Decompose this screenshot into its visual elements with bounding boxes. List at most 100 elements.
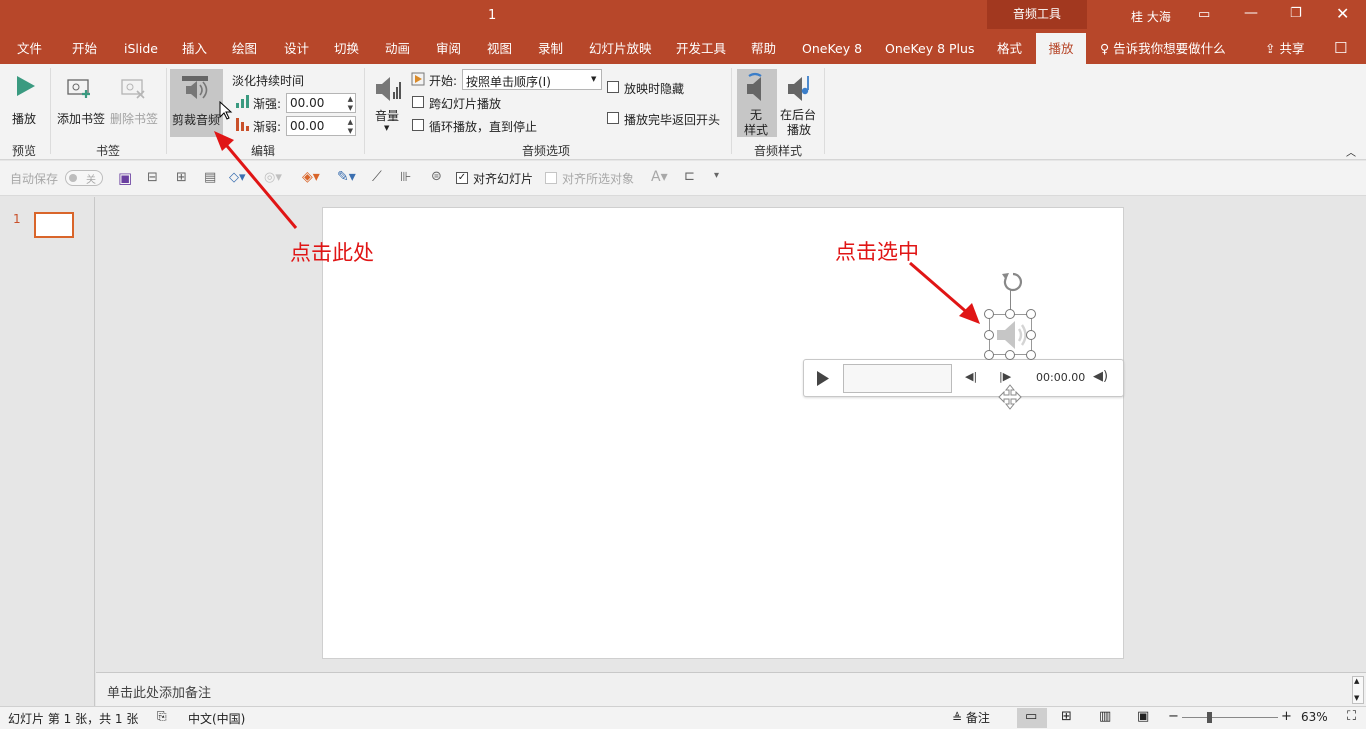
tab-view[interactable]: 视图	[487, 33, 512, 64]
slide-sorter-icon[interactable]: ⊞	[1061, 709, 1072, 724]
tab-draw[interactable]: 绘图	[232, 33, 257, 64]
player-play-icon[interactable]	[816, 370, 830, 387]
shapes-icon[interactable]: ◇▾	[229, 170, 246, 185]
hide-during-show-checkbox[interactable]	[607, 81, 619, 93]
close-icon[interactable]: ✕	[1336, 4, 1349, 23]
resize-handle[interactable]	[984, 330, 994, 340]
resize-handle[interactable]	[984, 309, 994, 319]
user-name[interactable]: 桂 大海	[1131, 8, 1171, 25]
audio-timeline[interactable]	[843, 364, 952, 393]
notes-scrollbar[interactable]: ▲ ▼	[1352, 676, 1364, 704]
rewind-checkbox[interactable]	[607, 112, 619, 124]
textbox-icon[interactable]: ▤	[204, 170, 216, 185]
tab-design[interactable]: 设计	[284, 33, 309, 64]
play-button[interactable]: 播放	[6, 70, 44, 130]
align-middle-icon[interactable]: ⊞	[176, 170, 187, 185]
play-in-background-button[interactable]: 在后台 播放	[780, 69, 820, 137]
zoom-level[interactable]: 63%	[1301, 710, 1328, 724]
fade-out-input[interactable]: 00.00 ▲ ▼	[286, 116, 356, 136]
layer-icon[interactable]: ⊜	[431, 169, 442, 184]
notes-pane[interactable]: 单击此处添加备注 ▲ ▼	[96, 672, 1366, 706]
tab-transitions[interactable]: 切换	[334, 33, 359, 64]
save-icon[interactable]: ▣	[118, 169, 132, 187]
group-label-editing: 编辑	[251, 144, 276, 158]
tab-insert[interactable]: 插入	[182, 33, 207, 64]
align-left-icon[interactable]: ⊏	[684, 169, 695, 184]
resize-handle[interactable]	[1005, 309, 1015, 319]
tab-slideshow[interactable]: 幻灯片放映	[589, 33, 652, 64]
spin-up-icon[interactable]: ▲	[348, 95, 353, 103]
customize-qat-icon[interactable]: ▾	[714, 170, 719, 181]
comments-icon[interactable]: ☐	[1334, 33, 1347, 64]
tab-home[interactable]: 开始	[72, 33, 97, 64]
scroll-up-icon[interactable]: ▲	[1354, 677, 1359, 685]
restore-icon[interactable]: ❐	[1290, 6, 1302, 21]
hide-during-show-label: 放映时隐藏	[624, 82, 685, 96]
tab-record[interactable]: 录制	[538, 33, 563, 64]
eyedropper-icon[interactable]: ⟋	[372, 169, 382, 185]
notes-toggle[interactable]: ≜ 备注	[952, 709, 990, 726]
step-back-icon[interactable]: ◀|	[965, 370, 977, 383]
resize-handle[interactable]	[1026, 309, 1036, 319]
no-style-button[interactable]: 无 样式	[737, 69, 777, 137]
scroll-down-icon[interactable]: ▼	[1354, 694, 1359, 702]
minimize-icon[interactable]: —	[1244, 5, 1258, 21]
reading-view-icon[interactable]: ▥	[1099, 709, 1111, 724]
resize-handle[interactable]	[984, 350, 994, 360]
tell-me-search[interactable]: ♀ 告诉我你想要做什么	[1100, 33, 1226, 64]
tab-help[interactable]: 帮助	[751, 33, 776, 64]
tab-review[interactable]: 审阅	[436, 33, 461, 64]
zoom-out-icon[interactable]: −	[1168, 709, 1179, 724]
autosave-label: 自动保存	[10, 172, 59, 186]
ribbon-display-options-icon[interactable]: ▭	[1198, 7, 1210, 22]
volume-dropdown[interactable]: 音量 ▼	[368, 70, 408, 134]
start-select[interactable]: 按照单击顺序(I) ▼	[462, 69, 602, 90]
spin-down-icon[interactable]: ▼	[348, 104, 353, 112]
align-selected-label: 对齐所选对象	[562, 172, 635, 186]
loop-checkbox[interactable]	[412, 119, 424, 131]
zoom-slider-thumb[interactable]	[1207, 712, 1212, 723]
slide-thumbnail[interactable]	[34, 212, 74, 238]
rotate-handle-icon[interactable]	[1000, 270, 1026, 294]
fit-to-window-icon[interactable]: ⛶	[1347, 709, 1356, 724]
add-bookmark-button[interactable]: 添加书签	[54, 70, 108, 130]
collapse-ribbon-icon[interactable]: ︿	[1346, 144, 1356, 159]
trim-audio-button[interactable]: 剪裁音频	[170, 69, 223, 137]
tab-format[interactable]: 格式	[997, 33, 1022, 64]
zoom-slider-track[interactable]	[1182, 717, 1278, 718]
audio-player-bar: ◀| |▶ 00:00.00 ◀)	[803, 359, 1124, 397]
spin-down-icon[interactable]: ▼	[348, 127, 353, 135]
tab-developer[interactable]: 开发工具	[676, 33, 726, 64]
tab-file[interactable]: 文件	[17, 33, 42, 64]
align-center-icon[interactable]: ⊟	[147, 170, 158, 185]
tab-onekey8plus[interactable]: OneKey 8 Plus	[885, 33, 974, 64]
normal-view-button[interactable]: ▭	[1017, 708, 1047, 728]
spellcheck-icon[interactable]: ⎘	[157, 709, 167, 724]
distribute-icon[interactable]: ⊪	[400, 170, 411, 185]
zoom-in-icon[interactable]: +	[1281, 709, 1292, 724]
outline-color-icon[interactable]: ✎▾	[337, 169, 356, 185]
spin-up-icon[interactable]: ▲	[348, 118, 353, 126]
play-across-slides-checkbox[interactable]	[412, 96, 424, 108]
tab-playback[interactable]: 播放	[1036, 33, 1086, 64]
title-bar: 1 音频工具 桂 大海 ▭ — ❐ ✕	[0, 0, 1366, 33]
font-icon: A▾	[651, 169, 668, 185]
tab-animations[interactable]: 动画	[385, 33, 410, 64]
tab-onekey8[interactable]: OneKey 8	[802, 33, 862, 64]
fade-in-input[interactable]: 00.00 ▲ ▼	[286, 93, 356, 113]
resize-handle[interactable]	[1026, 350, 1036, 360]
language[interactable]: 中文(中国)	[188, 710, 245, 727]
resize-handle[interactable]	[1026, 330, 1036, 340]
tab-islide[interactable]: iSlide	[124, 33, 158, 64]
fill-color-icon[interactable]: ◈▾	[302, 169, 320, 185]
player-volume-icon[interactable]: ◀)	[1093, 369, 1108, 384]
share-button[interactable]: ⇪ 共享	[1265, 33, 1304, 64]
slideshow-icon[interactable]: ▣	[1137, 709, 1149, 724]
autosave-toggle[interactable]: 关	[65, 170, 103, 186]
align-to-slide-checkbox[interactable]: ✓	[456, 172, 468, 184]
rewind-label: 播放完毕返回开头	[624, 113, 721, 127]
status-bar: 幻灯片 第 1 张，共 1 张 ⎘ 中文(中国) ≜ 备注 ▭ ⊞ ▥ ▣ − …	[0, 706, 1366, 729]
step-forward-icon[interactable]: |▶	[999, 370, 1011, 383]
resize-handle[interactable]	[1005, 350, 1015, 360]
play-in-background-icon	[788, 76, 809, 101]
